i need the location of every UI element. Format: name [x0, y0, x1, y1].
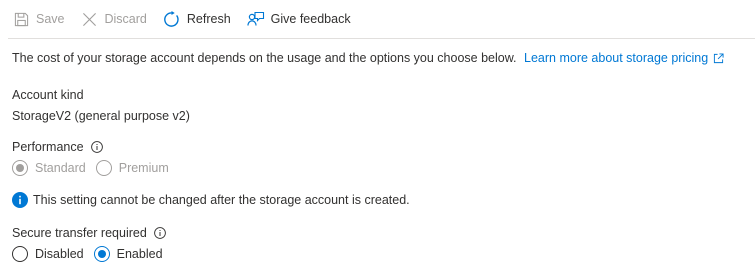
- performance-standard-label: Standard: [35, 161, 86, 175]
- radio-dot: [16, 164, 24, 172]
- feedback-icon: [247, 10, 265, 28]
- account-kind-value: StorageV2 (general purpose v2): [12, 109, 190, 123]
- performance-premium-label: Premium: [118, 161, 169, 175]
- command-bar: Save Discard Refresh Give feedback: [0, 0, 755, 38]
- info-notice: This setting cannot be changed after the…: [12, 192, 410, 208]
- secure-transfer-disabled-radio[interactable]: Disabled: [12, 246, 84, 262]
- storage-pricing-link-text: Learn more about storage pricing: [524, 51, 709, 65]
- intro-text: The cost of your storage account depends…: [12, 51, 517, 65]
- radio-circle: [12, 160, 28, 176]
- refresh-label: Refresh: [186, 12, 231, 26]
- discard-button[interactable]: Discard: [81, 0, 147, 38]
- secure-transfer-disabled-label: Disabled: [35, 247, 84, 261]
- performance-standard-radio[interactable]: Standard: [12, 160, 86, 176]
- performance-premium-radio[interactable]: Premium: [95, 160, 169, 176]
- refresh-icon: [163, 10, 181, 28]
- radio-circle: [93, 246, 110, 262]
- discard-label: Discard: [104, 12, 147, 26]
- info-icon[interactable]: [153, 227, 166, 239]
- notice-text: This setting cannot be changed after the…: [33, 193, 410, 207]
- info-icon[interactable]: [90, 141, 103, 153]
- save-label: Save: [36, 12, 65, 26]
- save-button[interactable]: Save: [12, 0, 65, 38]
- account-kind-label: Account kind: [12, 88, 84, 102]
- feedback-label: Give feedback: [270, 12, 351, 26]
- radio-circle: [95, 160, 112, 176]
- secure-transfer-label-row: Secure transfer required: [12, 226, 166, 240]
- performance-radio-group: Standard Premium: [12, 160, 179, 176]
- radio-dot: [97, 250, 106, 258]
- external-link-icon: [713, 52, 724, 64]
- storage-pricing-link[interactable]: Learn more about storage pricing: [524, 51, 724, 65]
- refresh-button[interactable]: Refresh: [163, 0, 231, 38]
- save-icon: [12, 10, 30, 28]
- secure-transfer-enabled-label: Enabled: [116, 247, 163, 261]
- give-feedback-button[interactable]: Give feedback: [247, 0, 351, 38]
- intro-paragraph: The cost of your storage account depends…: [12, 51, 724, 65]
- secure-transfer-label: Secure transfer required: [12, 226, 147, 240]
- radio-circle: [12, 246, 28, 262]
- performance-label: Performance: [12, 140, 84, 154]
- close-icon: [81, 10, 99, 28]
- performance-label-row: Performance: [12, 140, 103, 154]
- info-filled-icon: [12, 192, 28, 208]
- secure-transfer-radio-group: Disabled Enabled: [12, 246, 173, 262]
- toolbar-divider: [8, 38, 755, 39]
- secure-transfer-enabled-radio[interactable]: Enabled: [93, 246, 163, 262]
